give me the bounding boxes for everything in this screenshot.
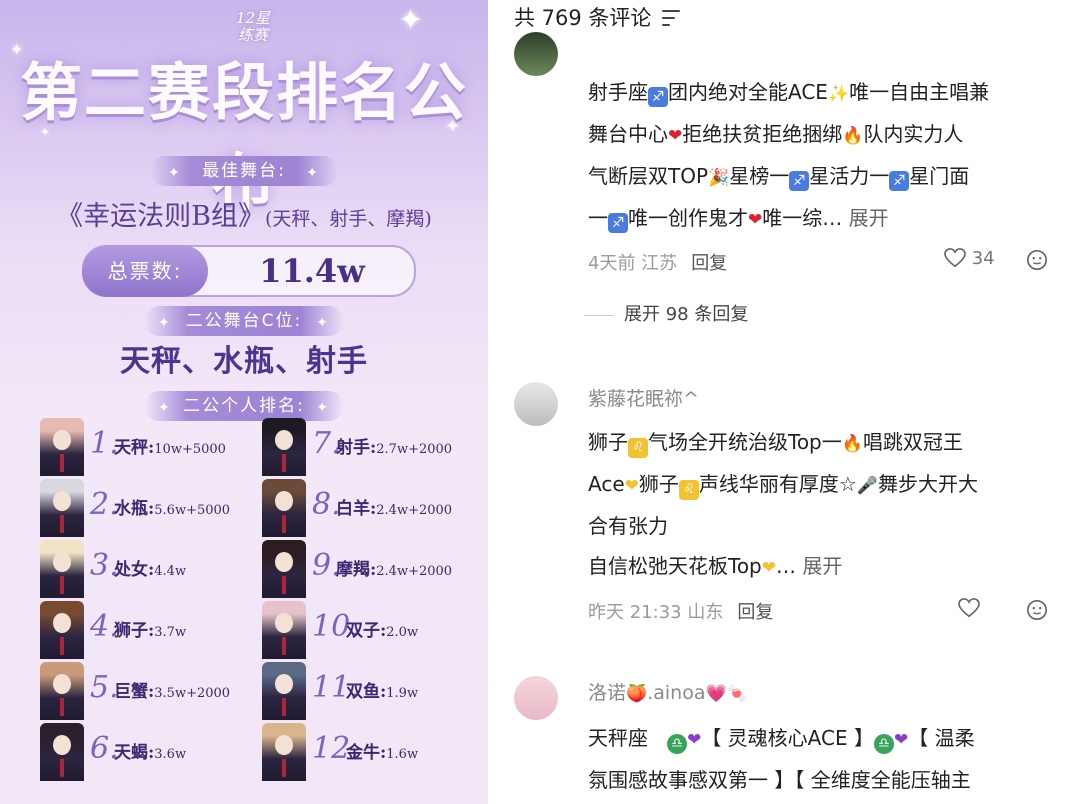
purple-heart-emoji-icon: ❤ xyxy=(687,730,702,750)
ranking-poster-image: ✦ ✦ ✦ ✦ 12星 练赛 第二赛段排名公布 ✦ 最佳舞台: ✦ 《幸运法则B… xyxy=(0,0,488,804)
heart-emoji-icon: ❤ xyxy=(748,210,763,230)
contestant-portrait xyxy=(40,540,84,598)
contestant-portrait xyxy=(40,418,84,476)
contestant-name-votes: 巨蟹:3.5w+2000 xyxy=(114,682,231,702)
contestant-portrait xyxy=(262,723,306,781)
contestant-portrait xyxy=(40,601,84,659)
c-position-names: 天秤、水瓶、射手 xyxy=(120,344,368,379)
like-button[interactable] xyxy=(958,598,980,619)
contestant-portrait xyxy=(262,601,306,659)
leo-emoji-icon: ♌ xyxy=(628,438,648,458)
divider xyxy=(584,315,614,316)
heart-icon xyxy=(944,248,966,268)
comments-panel: 共 769 条评论 射手座 ♐ 团内绝对全能ACE✨唯一自由主唱兼 舞台中心❤拒绝扶… xyxy=(488,0,1080,804)
expand-comment-link[interactable]: 展开 xyxy=(802,554,842,578)
contestant-name-votes: 处女:4.4w xyxy=(114,560,187,580)
personal-ranking-label: ✦ 二公个人排名: ✦ xyxy=(144,391,344,421)
libra-emoji-icon: ♎ xyxy=(667,734,688,754)
total-votes-box: 总票数: 11.4w xyxy=(82,245,416,297)
comment-text: 狮子 ♌ 气场全开统治级Top一🔥唱跳双冠王 Ace❤狮子 ♌ 声线华丽有厚度☆🎤舞步大… xyxy=(588,422,1058,588)
fire-emoji-icon: 🔥 xyxy=(841,434,863,454)
contestant-portrait xyxy=(40,723,84,781)
like-count: 34 xyxy=(971,248,995,269)
avatar[interactable] xyxy=(514,32,558,76)
contestant-name-votes: 天秤:10w+5000 xyxy=(114,438,226,458)
purple-heart-emoji-icon: ❤ xyxy=(893,730,909,750)
contestant-portrait xyxy=(262,479,306,537)
heart-icon xyxy=(958,598,980,618)
party-emoji-icon: 🎉 xyxy=(708,168,730,188)
contestant-name-votes: 双子:2.0w xyxy=(346,621,419,641)
heart-emoji-icon: ❤ xyxy=(668,126,683,146)
contestant-name-votes: 射手:2.7w+2000 xyxy=(336,438,453,458)
show-logo: 12星 练赛 xyxy=(235,9,271,44)
comment-text: 射手座 ♐ 团内绝对全能ACE✨唯一自由主唱兼 舞台中心❤拒绝扶贫拒绝捆绑🔥队内实力… xyxy=(588,72,1058,240)
contestant-portrait xyxy=(40,479,84,537)
comment-text: 天秤座 ♎ ❤【 灵魂核心ACE 】 ♎ ❤【 温柔 氛围感故事感双第一 】【 全维度… xyxy=(588,718,1058,800)
contestant-name-votes: 白羊:2.4w+2000 xyxy=(336,499,453,519)
yellow-heart-emoji-icon: ❤ xyxy=(624,476,639,496)
contestant-name-votes: 摩羯:2.4w+2000 xyxy=(336,560,453,580)
peach-emoji-icon: 🍑 xyxy=(626,684,648,704)
contestant-name-votes: 天蝎:3.6w xyxy=(114,743,187,763)
sagittarius-emoji-icon: ♐ xyxy=(789,171,810,191)
comment-username[interactable]: 洛诺🍑.ainoa💗🍬 xyxy=(588,678,748,705)
like-button[interactable]: 34 xyxy=(944,248,995,269)
contestant-name-votes: 双鱼:1.9w xyxy=(346,682,419,702)
c-position-label: ✦ 二公舞台C位: ✦ xyxy=(144,306,344,336)
contestant-portrait xyxy=(262,418,306,476)
total-votes-value: 11.4w xyxy=(259,252,365,290)
sagittarius-emoji-icon: ♐ xyxy=(889,171,910,191)
sort-icon[interactable] xyxy=(662,10,680,26)
sagittarius-emoji-icon: ♐ xyxy=(608,213,628,233)
contestant-portrait xyxy=(262,662,306,720)
yellow-heart-emoji-icon: ❤ xyxy=(761,558,776,578)
avatar[interactable] xyxy=(514,676,558,720)
reply-button[interactable]: 回复 xyxy=(737,602,773,623)
contestant-name-votes: 水瓶:5.6w+5000 xyxy=(114,499,231,519)
sparkle-icon: ✦ xyxy=(398,3,424,38)
emoji-reaction-icon[interactable] xyxy=(1026,249,1048,271)
sparkles-emoji-icon: ✨ xyxy=(827,84,850,104)
libra-emoji-icon: ♎ xyxy=(873,734,894,754)
comment-count-header: 共 769 条评论 xyxy=(514,6,652,30)
expand-replies-link[interactable]: 展开 98 条回复 xyxy=(624,302,748,328)
microphone-emoji-icon: 🎤 xyxy=(856,476,878,496)
best-stage-label: ✦ 最佳舞台: ✦ xyxy=(150,156,338,186)
contestant-portrait xyxy=(262,540,306,598)
total-votes-label: 总票数: xyxy=(82,245,208,297)
leo-emoji-icon: ♌ xyxy=(678,480,699,500)
sagittarius-emoji-icon: ♐ xyxy=(648,87,668,107)
contestant-name-votes: 狮子:3.7w xyxy=(114,621,187,641)
reply-button[interactable]: 回复 xyxy=(691,253,727,274)
comment-meta: 昨天 21:33 山东 回复 xyxy=(588,602,774,623)
best-stage-text: 《幸运法则B组》(天秤、射手、摩羯) xyxy=(56,201,432,232)
contestant-name-votes: 金牛:1.6w xyxy=(346,743,419,763)
emoji-reaction-icon[interactable] xyxy=(1026,599,1048,621)
candy-emoji-icon: 🍬 xyxy=(726,684,748,704)
contestant-portrait xyxy=(40,662,84,720)
pink-heart-emoji-icon: 💗 xyxy=(705,684,727,704)
avatar[interactable] xyxy=(514,382,558,426)
expand-comment-link[interactable]: 展开 xyxy=(849,206,889,230)
fire-emoji-icon: 🔥 xyxy=(842,126,864,146)
comment-username[interactable]: 紫藤花眠祢^ xyxy=(588,384,699,411)
comment-meta: 4天前 江苏 回复 xyxy=(588,253,728,274)
